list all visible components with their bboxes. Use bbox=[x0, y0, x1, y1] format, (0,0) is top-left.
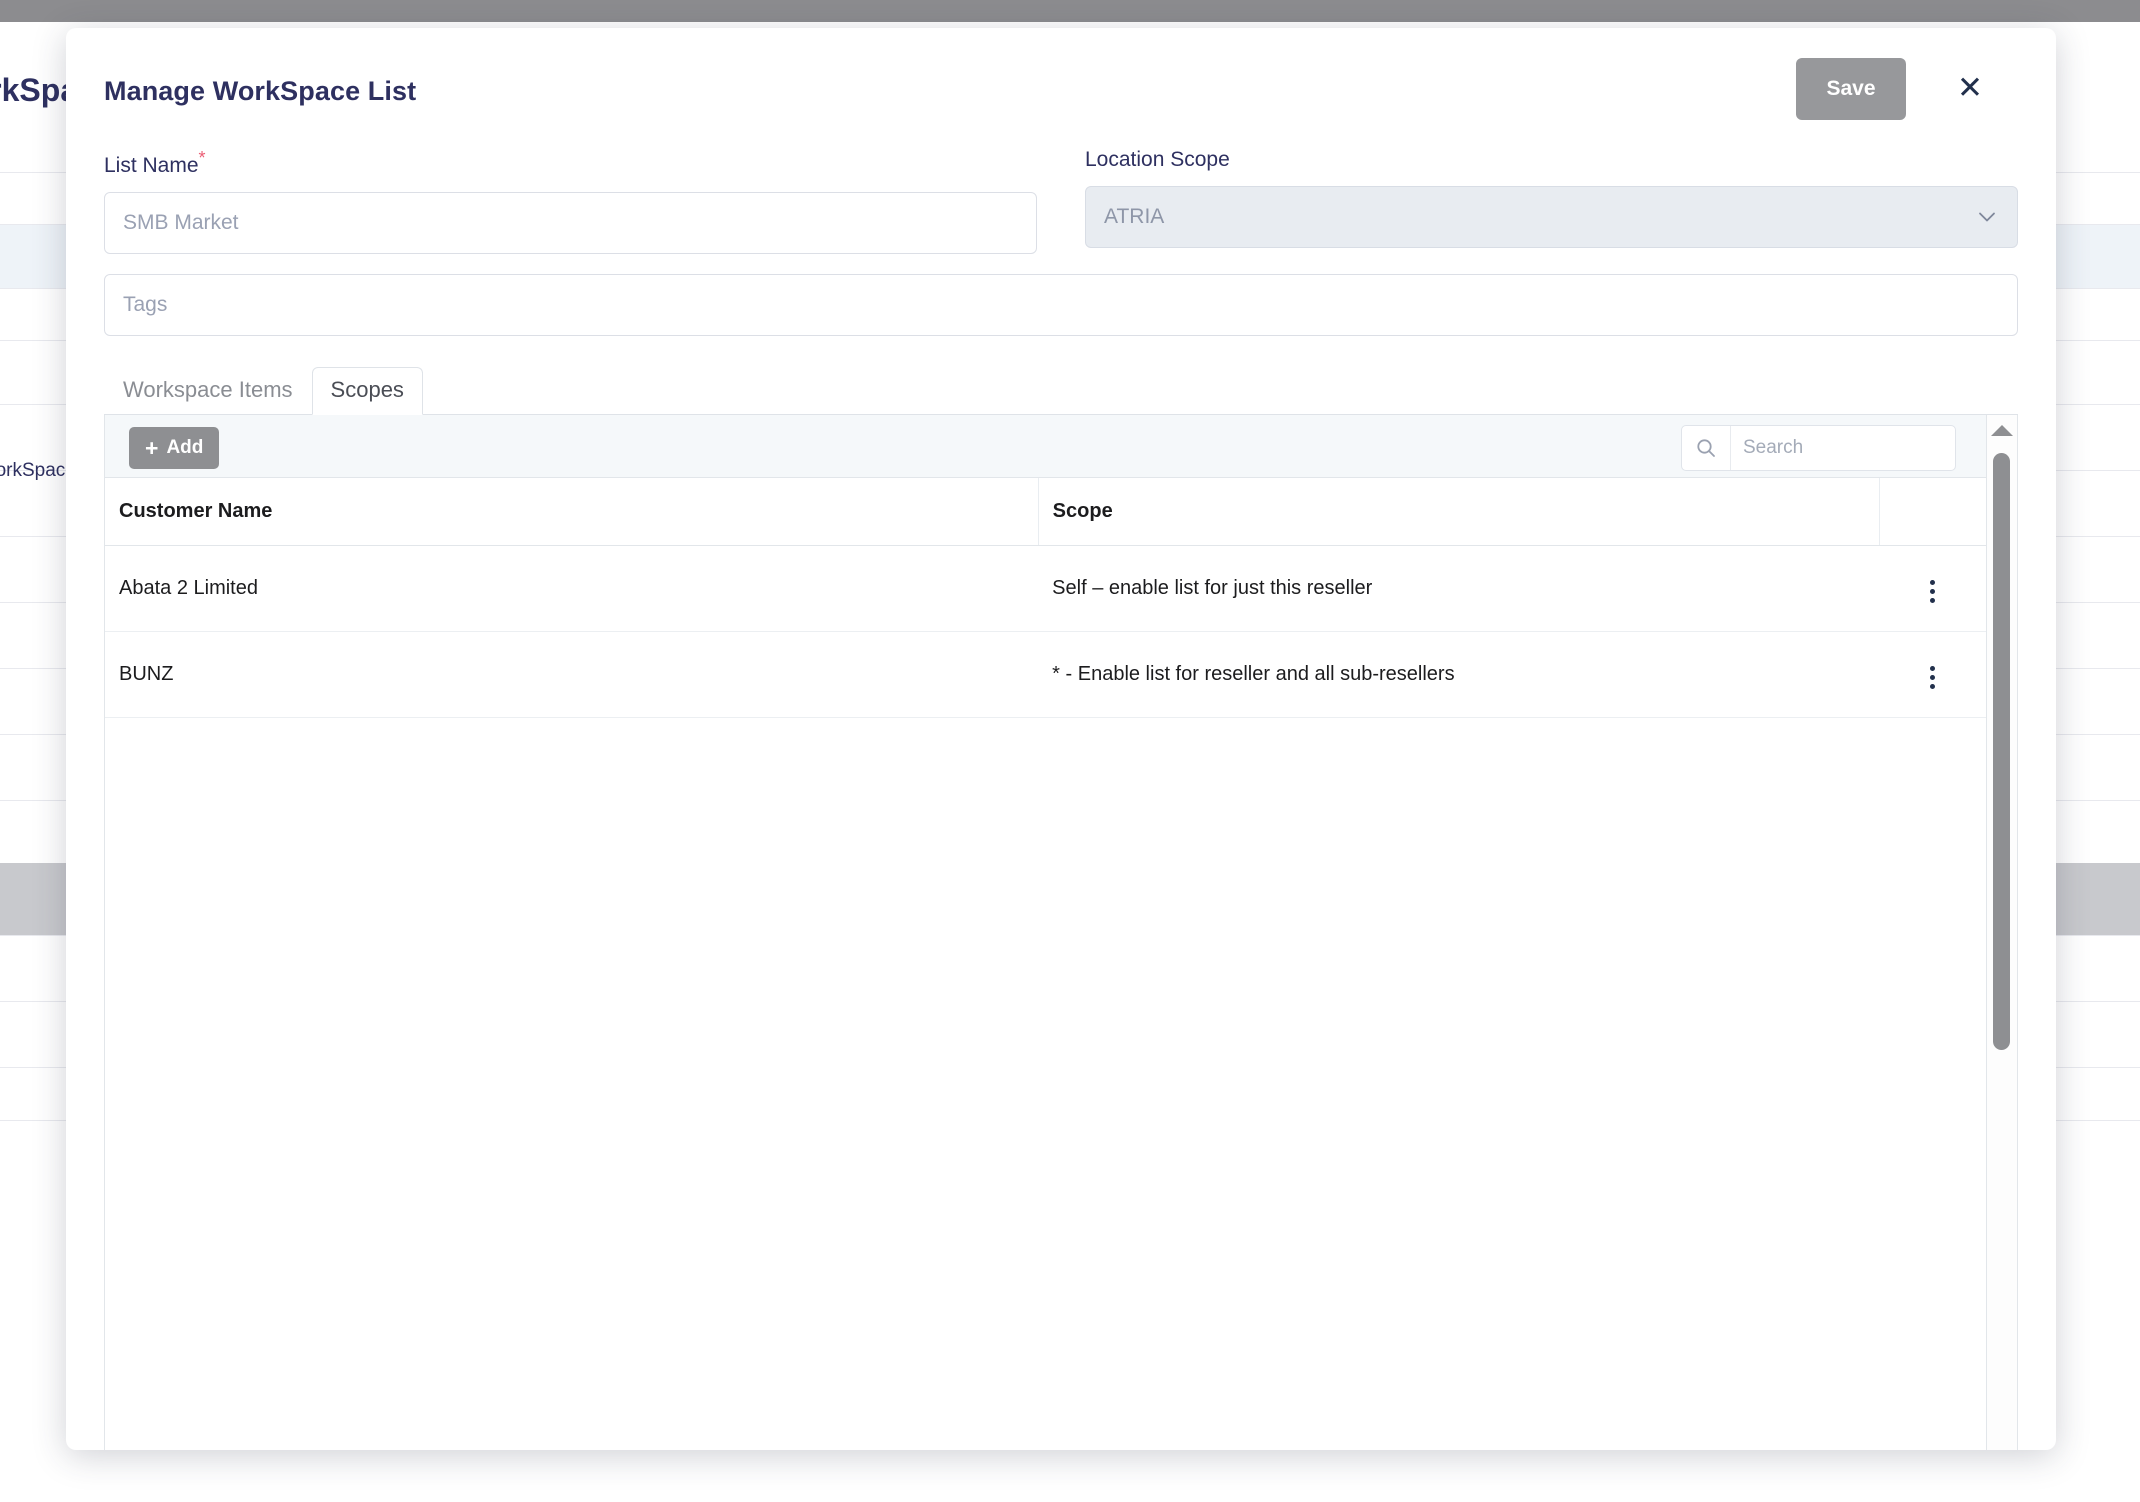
search-input[interactable] bbox=[1731, 426, 1955, 470]
tab-workspace-items[interactable]: Workspace Items bbox=[104, 367, 312, 415]
location-scope-select[interactable] bbox=[1085, 186, 2018, 248]
cell-scope: Self – enable list for just this reselle… bbox=[1038, 545, 1880, 632]
list-name-input[interactable] bbox=[104, 192, 1037, 254]
page-title: Manage WorkSpace List bbox=[104, 76, 417, 106]
list-name-label: List Name* bbox=[104, 148, 1037, 178]
add-button[interactable]: + Add bbox=[129, 427, 220, 469]
table-toolbar: + Add bbox=[105, 415, 1986, 478]
manage-workspace-list-modal: Manage WorkSpace List Save ✕ List Name* … bbox=[66, 28, 2056, 1450]
tags-field-group bbox=[104, 274, 2018, 336]
tab-scopes[interactable]: Scopes bbox=[311, 367, 423, 415]
cell-scope: * - Enable list for reseller and all sub… bbox=[1038, 631, 1880, 718]
modal-form: List Name* Location Scope bbox=[66, 148, 2056, 336]
table-row[interactable]: BUNZ * - Enable list for reseller and al… bbox=[105, 631, 1986, 718]
modal-tabs: Workspace Items Scopes bbox=[104, 367, 2018, 415]
save-button[interactable]: Save bbox=[1796, 58, 1906, 120]
search-icon bbox=[1682, 426, 1731, 470]
location-scope-label: Location Scope bbox=[1085, 148, 1230, 171]
column-header-scope[interactable]: Scope bbox=[1038, 478, 1881, 546]
close-icon[interactable]: ✕ bbox=[1946, 64, 1994, 112]
add-button-label: Add bbox=[166, 437, 204, 458]
vertical-scrollbar[interactable] bbox=[1987, 415, 2018, 1450]
scrollbar-thumb[interactable] bbox=[1993, 453, 2010, 1050]
scopes-table-container: + Add Customer Name bbox=[104, 415, 1987, 1450]
list-name-label-text: List Name bbox=[104, 154, 199, 177]
required-marker: * bbox=[198, 148, 206, 168]
modal-header: Manage WorkSpace List Save ✕ bbox=[66, 28, 2056, 148]
kebab-menu-icon[interactable] bbox=[1920, 660, 1945, 695]
app-top-bar bbox=[0, 0, 2140, 22]
table-row[interactable]: Abata 2 Limited Self – enable list for j… bbox=[105, 545, 1986, 632]
column-header-customer-name[interactable]: Customer Name bbox=[105, 478, 1039, 546]
cell-actions bbox=[1879, 545, 1986, 632]
scopes-table-panel: + Add Customer Name bbox=[104, 415, 2018, 1450]
scopes-table-body: Abata 2 Limited Self – enable list for j… bbox=[105, 545, 1986, 718]
search-group bbox=[1681, 425, 1956, 471]
scopes-table: Customer Name Scope Abata 2 Limited Self… bbox=[105, 478, 1986, 718]
cell-actions bbox=[1879, 631, 1986, 718]
scroll-up-arrow-icon[interactable] bbox=[1991, 425, 2013, 436]
cell-customer-name: BUNZ bbox=[105, 631, 1039, 718]
kebab-menu-icon[interactable] bbox=[1920, 574, 1945, 609]
location-scope-field-group: Location Scope bbox=[1085, 148, 2018, 254]
scopes-table-head: Customer Name Scope bbox=[105, 478, 1986, 546]
table-header-row: Customer Name Scope bbox=[105, 478, 1986, 546]
tags-input[interactable] bbox=[104, 274, 2018, 336]
list-name-field-group: List Name* bbox=[104, 148, 1037, 254]
column-header-actions bbox=[1879, 478, 1986, 546]
plus-icon: + bbox=[145, 434, 159, 461]
cell-customer-name: Abata 2 Limited bbox=[105, 545, 1039, 632]
